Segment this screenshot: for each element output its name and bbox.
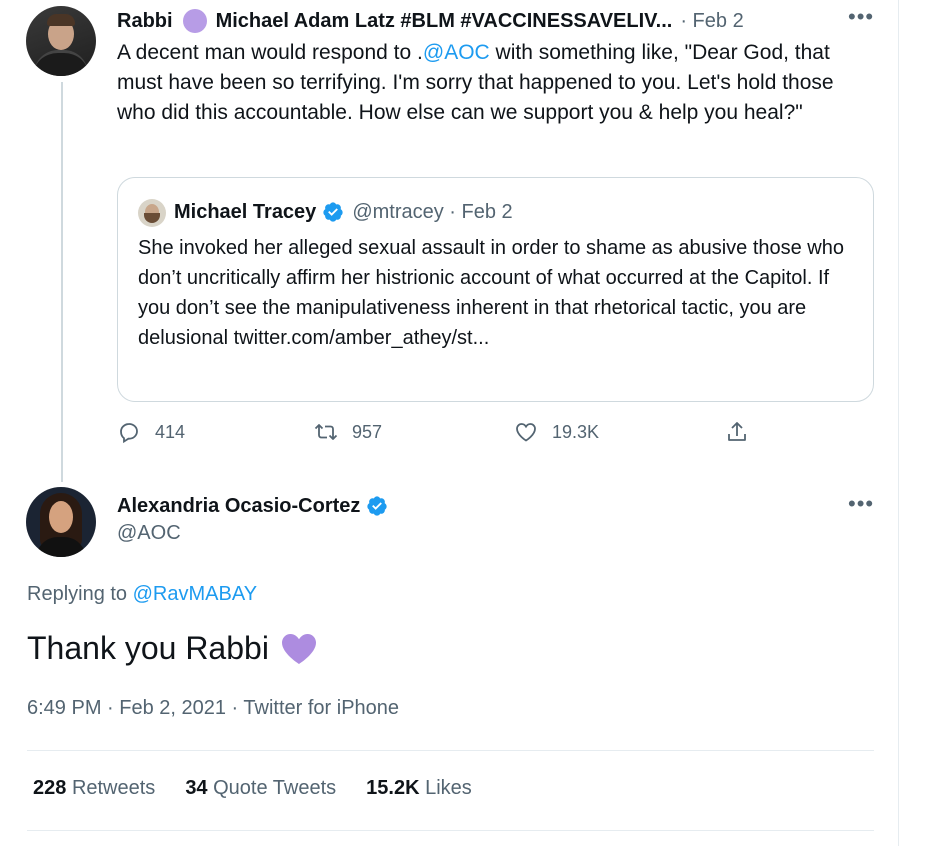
- likes-count: 15.2K: [366, 777, 420, 799]
- quotes-count: 34: [185, 777, 208, 799]
- likes-label: Likes: [425, 777, 472, 799]
- mention-link[interactable]: @AOC: [423, 41, 490, 64]
- parent-display-name-end[interactable]: Michael Adam Latz #BLM #VACCINESSAVELIV.…: [216, 10, 673, 33]
- retweet-icon: [314, 424, 338, 440]
- quote-tweet-card[interactable]: Michael Tracey @mtracey · Feb 2 She invo…: [117, 177, 874, 402]
- verified-badge-icon: [322, 201, 344, 223]
- column-border: [898, 0, 899, 846]
- parent-tweet-header: Rabbi Michael Adam Latz #BLM #VACCINESSA…: [117, 8, 744, 34]
- tweet-timestamp[interactable]: 6:49 PM · Feb 2, 2021 · Twitter for iPho…: [27, 697, 399, 720]
- heart-outline-icon: [516, 423, 536, 442]
- rabbi-avatar[interactable]: [26, 6, 96, 76]
- share-icon: [728, 422, 746, 441]
- reply-action[interactable]: 414: [117, 420, 185, 444]
- quote-avatar: [138, 199, 166, 227]
- divider: [27, 750, 874, 751]
- share-action[interactable]: [725, 420, 763, 444]
- more-horizontal-icon[interactable]: •••: [848, 4, 874, 30]
- retweet-action[interactable]: 957: [314, 420, 382, 444]
- quote-author-name: Michael Tracey: [174, 200, 317, 223]
- main-author-name[interactable]: Alexandria Ocasio-Cortez: [117, 495, 360, 518]
- more-horizontal-icon[interactable]: •••: [848, 491, 874, 517]
- reply-icon: [120, 423, 138, 444]
- quote-handle-date: @mtracey · Feb 2: [352, 200, 513, 223]
- replying-prefix: Replying to: [27, 583, 133, 605]
- parent-tweet-date[interactable]: · Feb 2: [680, 10, 743, 33]
- parent-tweet-text: A decent man would respond to .@AOC with…: [117, 38, 877, 128]
- likes-stat[interactable]: 15.2K Likes: [366, 777, 472, 800]
- tweet-stats: 228 Retweets 34 Quote Tweets 15.2K Likes: [33, 777, 472, 800]
- purple-circle-emoji: [182, 9, 207, 33]
- quote-tweet-header: Michael Tracey @mtracey · Feb 2: [174, 198, 513, 226]
- main-author-handle[interactable]: @AOC: [117, 522, 181, 545]
- thread-connector: [61, 82, 63, 482]
- replying-to-link[interactable]: @RavMABAY: [133, 583, 257, 605]
- quotes-label: Quote Tweets: [213, 777, 337, 799]
- aoc-avatar[interactable]: [26, 487, 96, 557]
- main-tweet-text: Thank you Rabbi: [27, 630, 269, 666]
- retweet-count: 957: [352, 421, 383, 442]
- reply-count: 414: [155, 421, 186, 442]
- retweets-label: Retweets: [71, 777, 156, 799]
- retweets-stat[interactable]: 228 Retweets: [33, 777, 155, 800]
- purple-heart-emoji-icon: [281, 633, 316, 664]
- main-author-name-row: Alexandria Ocasio-Cortez: [117, 493, 396, 519]
- retweets-count: 228: [33, 777, 67, 799]
- verified-badge-icon: [366, 495, 388, 517]
- parent-display-name-start[interactable]: Rabbi: [117, 10, 173, 33]
- main-tweet-text-row: Thank you Rabbi: [27, 630, 317, 667]
- parent-text-before: A decent man would respond to .: [117, 41, 423, 64]
- divider: [27, 830, 874, 831]
- replying-to: Replying to @RavMABAY: [27, 583, 257, 606]
- quote-tweet-text: She invoked her alleged sexual assault i…: [138, 237, 844, 349]
- like-count: 19.3K: [552, 421, 600, 442]
- like-action[interactable]: 19.3K: [514, 420, 599, 444]
- tweet-actions: 414 957 19.3K: [117, 420, 877, 450]
- quote-tweets-stat[interactable]: 34 Quote Tweets: [185, 777, 336, 800]
